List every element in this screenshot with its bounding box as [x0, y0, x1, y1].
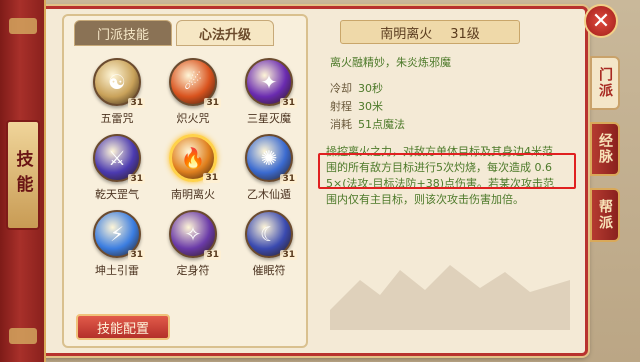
- skill-name: 五雷咒: [100, 112, 134, 125]
- stat-value: 30秒: [358, 82, 383, 95]
- skill-item[interactable]: ☾ 31 催眠符: [234, 210, 304, 278]
- skill-level: 31: [204, 98, 221, 108]
- skill-name: 三星灭魔: [247, 112, 291, 125]
- skill-name: 坤土引雷: [95, 264, 139, 277]
- side-label: 技能: [6, 120, 40, 230]
- skill-level: 31: [128, 98, 145, 108]
- skill-title-level: 31级: [450, 26, 480, 42]
- fireball-icon: ☄ 31: [169, 58, 221, 108]
- skill-subtitle: 离火融精妙，朱炎炼邪魔: [330, 56, 451, 69]
- sleep-scroll-icon: ☾ 31: [245, 210, 297, 260]
- skill-item[interactable]: ✺ 31 乙木仙遁: [234, 134, 304, 202]
- skill-level: 31: [280, 250, 297, 260]
- stat-cooldown: 冷却 30秒: [330, 80, 383, 96]
- skill-level: 31: [280, 174, 297, 184]
- cavalry-silhouette: [330, 265, 570, 330]
- stat-value: 30米: [358, 100, 383, 113]
- thunder-ring-icon: ☯ 31: [93, 58, 145, 108]
- skill-item[interactable]: ✦ 31 三星灭魔: [234, 58, 304, 126]
- side-tab-guild[interactable]: 帮派: [590, 188, 620, 242]
- skill-name: 炽火咒: [176, 112, 210, 125]
- skill-item[interactable]: ☄ 31 炽火咒: [158, 58, 228, 126]
- close-icon[interactable]: ✕: [584, 4, 618, 38]
- tab-mind-upgrade[interactable]: 心法升级: [176, 20, 274, 46]
- skill-level: 31: [280, 98, 297, 108]
- violet-blade-icon: ⚔ 31: [93, 134, 145, 184]
- stat-value: 51点魔法: [358, 118, 405, 131]
- skill-item[interactable]: ☯ 31 五雷咒: [82, 58, 152, 126]
- lightning-icon: ⚡ 31: [93, 210, 145, 260]
- left-spine: 技能: [0, 0, 46, 362]
- skill-name: 催眠符: [252, 264, 286, 277]
- skill-level: 31: [128, 250, 145, 260]
- flame-icon: 🔥 31: [169, 134, 220, 183]
- skill-list-panel: 门派技能 心法升级 ☯ 31 五雷咒 ☄ 31 炽火咒 ✦ 31 三星灭魔 ⚔ 31 乾…: [62, 14, 308, 348]
- side-tab-sect[interactable]: 门派: [590, 56, 620, 110]
- skill-item[interactable]: ✧ 31 定身符: [158, 210, 228, 278]
- skill-item-selected[interactable]: 🔥 31 南明离火: [158, 134, 228, 202]
- skill-tabs: 门派技能 心法升级: [74, 20, 274, 46]
- skill-name: 南明离火: [171, 188, 215, 201]
- skill-title: 南明离火 31级: [340, 20, 520, 44]
- star-burst-icon: ✦ 31: [245, 58, 297, 108]
- stat-range: 射程 30米: [330, 98, 383, 114]
- skill-level: 31: [204, 250, 221, 260]
- stat-key: 射程: [330, 100, 352, 113]
- skill-level: 31: [128, 174, 145, 184]
- side-tab-meridian[interactable]: 经脉: [590, 122, 620, 176]
- skill-name: 乾天罡气: [95, 188, 139, 201]
- spine-ornament: [9, 328, 37, 344]
- skill-item[interactable]: ⚔ 31 乾天罡气: [82, 134, 152, 202]
- skill-config-button[interactable]: 技能配置: [76, 314, 170, 340]
- stat-key: 冷却: [330, 82, 352, 95]
- skill-name: 乙木仙遁: [247, 188, 291, 201]
- highlight-box: [318, 153, 576, 189]
- skill-title-name: 南明离火: [380, 26, 433, 42]
- tab-sect-skills[interactable]: 门派技能: [74, 20, 172, 46]
- stat-cost: 消耗 51点魔法: [330, 116, 405, 132]
- talisman-icon: ✧ 31: [169, 210, 221, 260]
- spine-ornament: [9, 18, 37, 34]
- stat-key: 消耗: [330, 118, 352, 131]
- skill-level: 31: [203, 173, 220, 183]
- skill-item[interactable]: ⚡ 31 坤土引雷: [82, 210, 152, 278]
- vortex-icon: ✺ 31: [245, 134, 297, 184]
- skill-name: 定身符: [176, 264, 210, 277]
